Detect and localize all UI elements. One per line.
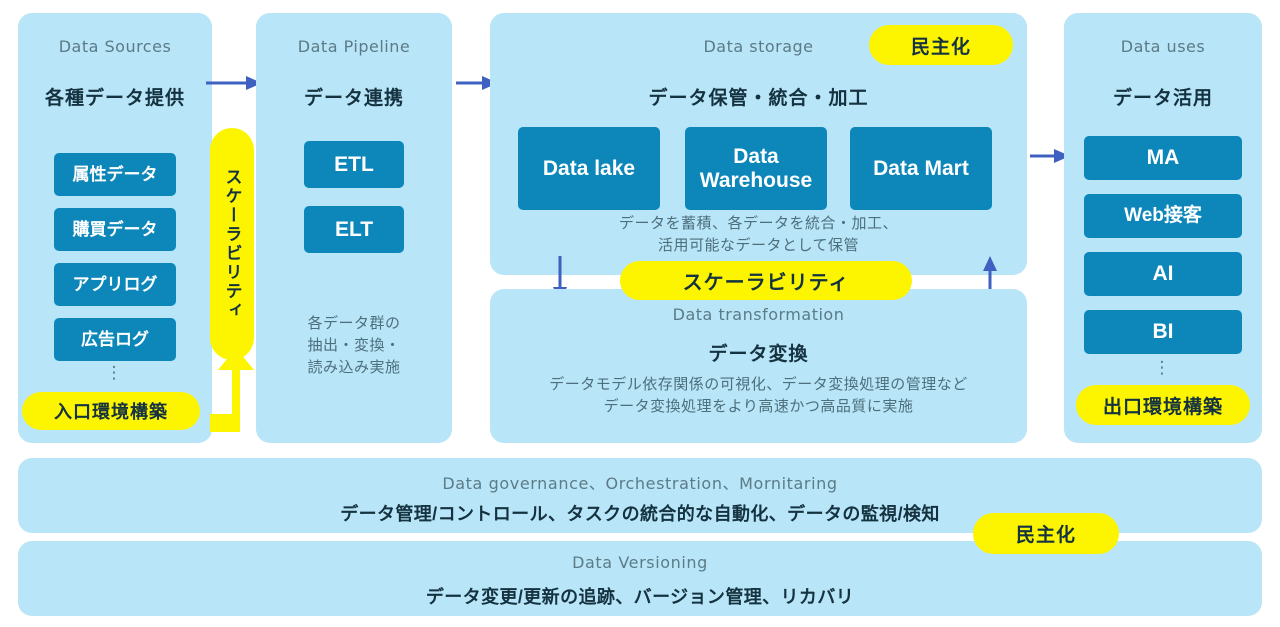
versioning-eyebrow: Data Versioning — [572, 553, 708, 572]
chip-label: MA — [1146, 146, 1180, 170]
badge-label: 民主化 — [910, 36, 971, 58]
badge-democratization-storage[interactable]: 民主化 — [869, 25, 1013, 65]
badge-scalability-vertical[interactable]: スケーラビリティ — [210, 128, 254, 360]
chip-label: 広告ログ — [81, 329, 149, 349]
data-pipeline-headline: データ連携 — [303, 88, 404, 109]
data-storage-headline: データ保管・統合・加工 — [648, 88, 869, 109]
badge-label: スケーラビリティ — [682, 272, 850, 294]
chip-label: Data Mart — [873, 156, 969, 180]
badge-label: 入口環境構築 — [54, 402, 168, 422]
data-sources-ellipsis: ⋮ — [105, 363, 125, 382]
chip-data-mart[interactable]: Data Mart — [850, 127, 992, 210]
badge-exit-environment[interactable]: 出口環境構築 — [1076, 385, 1250, 425]
governance-eyebrow: Data governance、Orchestration、Mornitarin… — [442, 474, 838, 493]
data-storage-note: データを蓄積、各データを統合・加工、 活用可能なデータとして保管 — [618, 215, 898, 254]
panel-data-sources: Data Sources 各種データ提供 属性データ 購買データ アプリログ 広… — [18, 13, 212, 443]
chip-label: ELT — [334, 217, 374, 241]
chip-app-log[interactable]: アプリログ — [54, 263, 176, 306]
arrow-sources-to-pipeline — [206, 76, 262, 90]
chip-label: ETL — [334, 152, 374, 176]
chip-label: Web接客 — [1124, 205, 1202, 227]
data-transformation-headline: データ変換 — [708, 344, 809, 365]
chip-label: アプリログ — [72, 274, 158, 294]
badge-scalability-horizontal[interactable]: スケーラビリティ — [620, 261, 912, 300]
chip-label: AI — [1152, 262, 1174, 286]
chip-data-lake[interactable]: Data lake — [518, 127, 660, 210]
data-pipeline-eyebrow: Data Pipeline — [297, 37, 411, 56]
chip-etl[interactable]: ETL — [304, 141, 404, 188]
chip-bi[interactable]: BI — [1084, 310, 1242, 354]
chip-purchase-data[interactable]: 購買データ — [54, 208, 176, 251]
chip-label: 購買データ — [72, 219, 158, 239]
badge-label: 出口環境構築 — [1102, 396, 1223, 418]
badge-label: 民主化 — [1015, 525, 1076, 546]
panel-data-pipeline: Data Pipeline データ連携 ETL ELT 各データ群の 抽出・変換… — [256, 13, 452, 443]
data-sources-headline: 各種データ提供 — [44, 88, 185, 109]
data-transformation-eyebrow: Data transformation — [672, 305, 845, 324]
chip-data-warehouse[interactable]: Data Warehouse — [685, 127, 827, 210]
data-uses-eyebrow: Data uses — [1120, 37, 1206, 56]
panel-data-transformation: Data transformation データ変換 データモデル依存関係の可視化… — [490, 289, 1027, 443]
chip-ai[interactable]: AI — [1084, 252, 1242, 296]
versioning-headline: データ変更/更新の追跡、バージョン管理、リカバリ — [425, 587, 855, 607]
chip-elt[interactable]: ELT — [304, 206, 404, 253]
data-pipeline-note: 各データ群の 抽出・変換・ 読み込み実施 — [307, 315, 401, 376]
chip-attribute-data[interactable]: 属性データ — [54, 153, 176, 196]
data-uses-headline: データ活用 — [1112, 88, 1213, 109]
chip-ad-log[interactable]: 広告ログ — [54, 318, 176, 361]
chip-label: 属性データ — [72, 164, 158, 184]
chip-label: BI — [1152, 320, 1174, 344]
badge-democratization-bands[interactable]: 民主化 — [973, 513, 1119, 554]
diagram-canvas: Data Sources 各種データ提供 属性データ 購買データ アプリログ 広… — [0, 0, 1280, 627]
data-sources-eyebrow: Data Sources — [58, 37, 172, 56]
panel-data-uses: Data uses データ活用 MA Web接客 AI BI ⋮ 出口環境構築 — [1064, 13, 1262, 443]
badge-label: スケーラビリティ — [222, 168, 242, 320]
chip-ma[interactable]: MA — [1084, 136, 1242, 180]
data-transformation-note: データモデル依存関係の可視化、データ変換処理の管理など データ変換処理をより高速… — [549, 376, 968, 415]
chip-label: Data lake — [542, 156, 636, 180]
badge-entry-environment[interactable]: 入口環境構築 — [22, 392, 200, 430]
chip-label: Data Warehouse — [699, 144, 813, 192]
data-uses-ellipsis: ⋮ — [1153, 358, 1173, 377]
chip-web-接客[interactable]: Web接客 — [1084, 194, 1242, 238]
